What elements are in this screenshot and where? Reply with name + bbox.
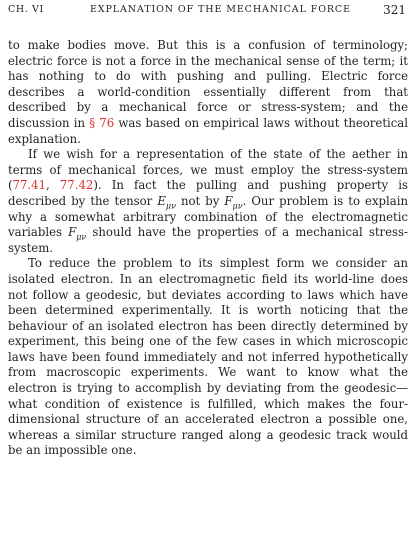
running-head: CH. VI EXPLANATION OF THE MECHANICAL FOR…	[8, 3, 406, 18]
equation-reference-link[interactable]: 77.41	[13, 178, 46, 192]
tensor-symbol: Fμν	[224, 193, 242, 210]
math-symbol: F	[224, 193, 233, 208]
paragraph-text: not by	[175, 193, 225, 208]
paragraph: To reduce the problem to its simplest fo…	[8, 256, 408, 459]
paragraph: If we wish for a representation of the s…	[8, 147, 408, 256]
paragraph: to make bodies move. But this is a confu…	[8, 38, 408, 147]
tensor-symbol: Eμν	[157, 193, 176, 210]
body-text: to make bodies move. But this is a confu…	[8, 38, 408, 459]
tensor-symbol: Fμν	[68, 225, 87, 242]
book-page: CH. VI EXPLANATION OF THE MECHANICAL FOR…	[0, 0, 416, 552]
chapter-label: CH. VI	[8, 4, 44, 15]
section-reference-link[interactable]: § 76	[89, 116, 114, 130]
equation-reference-link[interactable]: 77.42	[60, 178, 93, 192]
running-title: EXPLANATION OF THE MECHANICAL FORCE	[90, 4, 351, 15]
math-symbol: F	[68, 225, 77, 240]
paragraph-text: To reduce the problem to its simplest fo…	[8, 256, 408, 458]
math-subscript: μν	[76, 232, 87, 242]
page-number: 321	[383, 3, 406, 17]
paragraph-text: ,	[46, 178, 60, 193]
math-symbol: E	[157, 193, 166, 208]
